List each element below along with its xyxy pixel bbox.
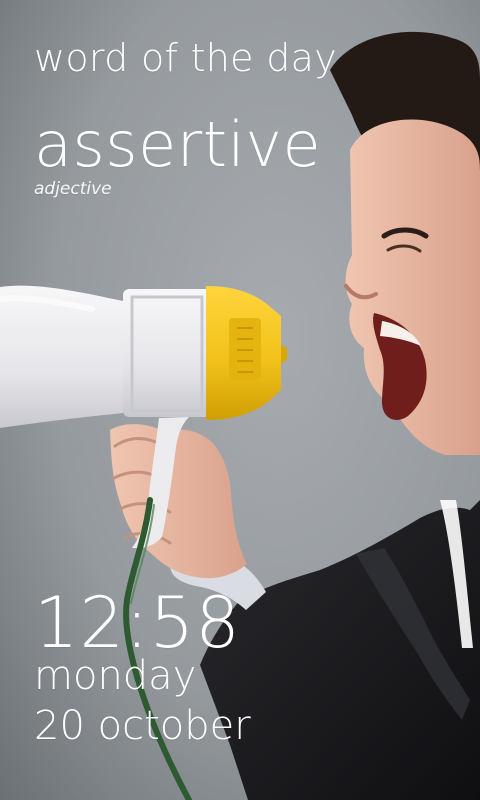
part-of-speech: adjective — [34, 179, 112, 199]
weekday-label: monday — [34, 653, 197, 699]
featured-word: assertive — [34, 108, 322, 181]
word-of-the-day-title: word of the day — [34, 36, 338, 80]
time-display: 12:58 — [34, 582, 241, 664]
date-label: 20 october — [34, 703, 251, 749]
lock-screen[interactable]: word of the day assertive adjective 12:5… — [0, 0, 480, 800]
